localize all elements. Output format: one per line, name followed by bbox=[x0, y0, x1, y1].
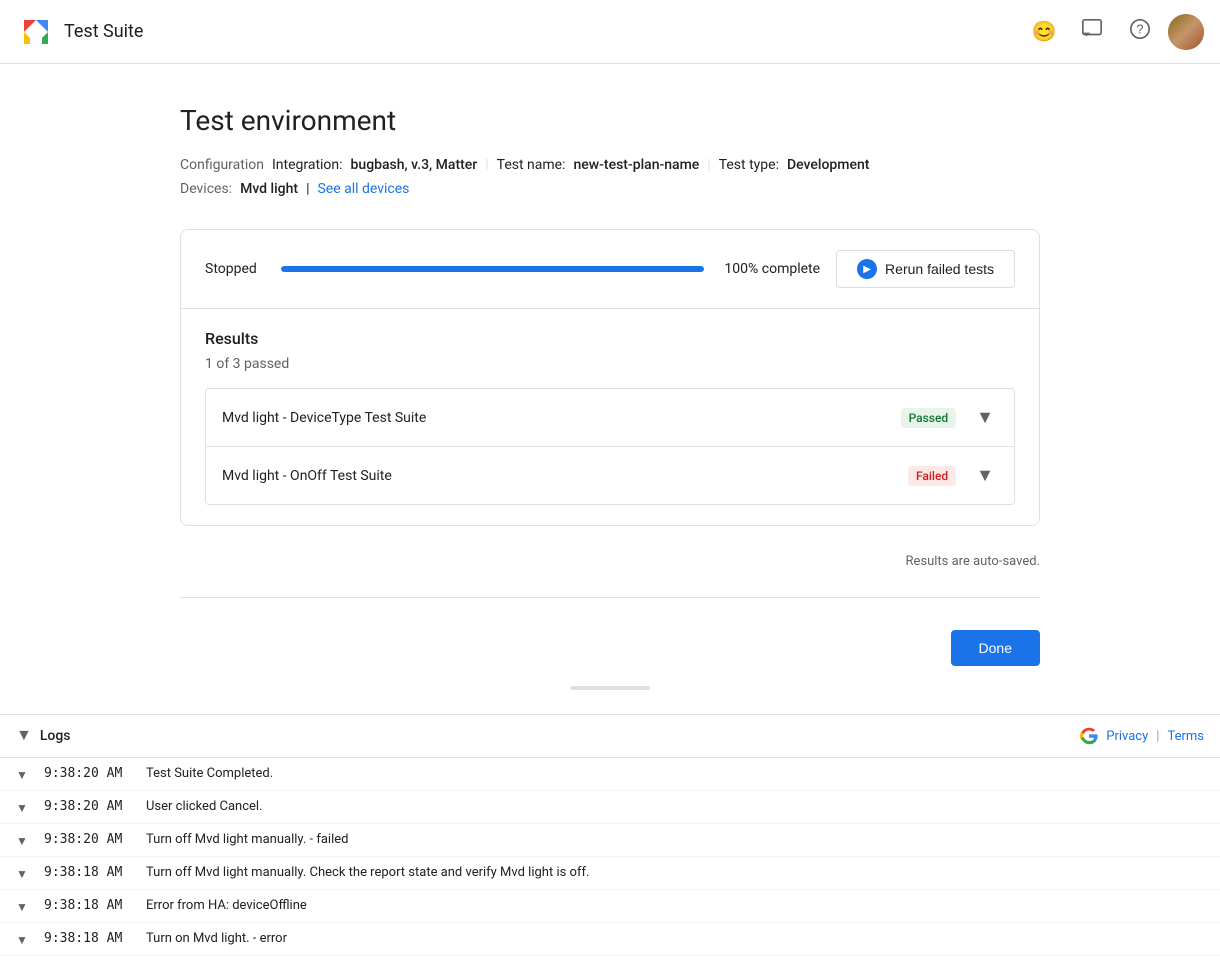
test-item-right: Failed ▼ bbox=[908, 461, 998, 490]
app-title: Test Suite bbox=[64, 21, 143, 42]
scroll-bar bbox=[570, 686, 650, 690]
log-expand-icon: ▼ bbox=[16, 834, 32, 848]
devices-separator: | bbox=[306, 181, 309, 197]
log-message: Turn on Mvd light. - error bbox=[146, 931, 287, 946]
see-all-devices-link[interactable]: See all devices bbox=[317, 181, 409, 197]
logs-header-left: ▼ Logs bbox=[16, 727, 71, 745]
chevron-down-icon: ▼ bbox=[976, 407, 994, 428]
help-icon: ? bbox=[1129, 18, 1151, 46]
log-message: User clicked Cancel. bbox=[146, 799, 263, 814]
expand-test-button[interactable]: ▼ bbox=[972, 403, 998, 432]
results-summary: 1 of 3 passed bbox=[205, 356, 1015, 372]
logs-header: ▼ Logs Privacy | Terms bbox=[0, 715, 1220, 758]
status-badge: Passed bbox=[901, 408, 957, 428]
log-expand-icon: ▼ bbox=[16, 933, 32, 947]
play-icon: ▶ bbox=[857, 259, 877, 279]
test-list: Mvd light - DeviceType Test Suite Passed… bbox=[205, 388, 1015, 505]
integration-value: bugbash, v.3, Matter bbox=[351, 157, 478, 173]
avatar[interactable] bbox=[1168, 14, 1204, 50]
test-name-value: new-test-plan-name bbox=[573, 157, 699, 173]
header-left: Test Suite bbox=[16, 12, 143, 52]
chevron-down-icon: ▼ bbox=[976, 465, 994, 486]
progress-percent-text: 100% complete bbox=[720, 261, 820, 277]
log-expand-icon: ▼ bbox=[16, 900, 32, 914]
results-title: Results bbox=[205, 329, 1015, 348]
log-entry: ▼ 9:38:20 AM Turn off Mvd light manually… bbox=[0, 824, 1220, 857]
separator-1: | bbox=[485, 157, 488, 173]
progress-bar-fill bbox=[281, 266, 704, 272]
log-message: Turn off Mvd light manually. Check the r… bbox=[146, 865, 589, 880]
log-expand-icon: ▼ bbox=[16, 768, 32, 782]
test-type-label: Test type: bbox=[719, 157, 779, 173]
config-label: Configuration bbox=[180, 157, 264, 173]
status-badge: Failed bbox=[908, 466, 956, 486]
expand-test-button[interactable]: ▼ bbox=[972, 461, 998, 490]
test-item-name: Mvd light - DeviceType Test Suite bbox=[222, 410, 426, 426]
test-item-right: Passed ▼ bbox=[901, 403, 998, 432]
test-item: Mvd light - OnOff Test Suite Failed ▼ bbox=[206, 447, 1014, 504]
progress-card: Stopped 100% complete ▶ Rerun failed tes… bbox=[180, 229, 1040, 526]
logs-footer: Privacy | Terms bbox=[1080, 727, 1204, 745]
footer-separator: | bbox=[1156, 729, 1159, 744]
log-time: 9:38:20 AM bbox=[44, 766, 134, 781]
test-type-value: Development bbox=[787, 157, 869, 173]
page-title: Test environment bbox=[180, 104, 1040, 137]
emoji-button[interactable]: 😊 bbox=[1024, 12, 1064, 52]
help-button[interactable]: ? bbox=[1120, 12, 1160, 52]
google-logo-icon bbox=[16, 12, 56, 52]
log-expand-icon: ▼ bbox=[16, 867, 32, 881]
log-message: Error from HA: deviceOffline bbox=[146, 898, 307, 913]
log-time: 9:38:20 AM bbox=[44, 799, 134, 814]
google-g-icon bbox=[1080, 727, 1098, 745]
chat-icon bbox=[1081, 18, 1103, 46]
log-message: Turn off Mvd light manually. - failed bbox=[146, 832, 348, 847]
auto-saved-message: Results are auto-saved. bbox=[180, 542, 1040, 581]
logs-panel: ▼ Logs Privacy | Terms ▼ 9:38:20 AM Test… bbox=[0, 714, 1220, 958]
logs-title: Logs bbox=[40, 728, 71, 744]
log-entry: ▼ 9:38:20 AM Test Suite Completed. bbox=[0, 758, 1220, 791]
logs-expand-button[interactable]: ▼ bbox=[16, 727, 32, 745]
rerun-failed-tests-button[interactable]: ▶ Rerun failed tests bbox=[836, 250, 1015, 288]
log-entry: ▼ 9:38:17 AM Turn on Mvd light. Check th… bbox=[0, 956, 1220, 958]
terms-link[interactable]: Terms bbox=[1167, 729, 1204, 744]
test-item: Mvd light - DeviceType Test Suite Passed… bbox=[206, 389, 1014, 447]
section-divider bbox=[180, 597, 1040, 598]
main-content: Test environment Configuration Integrati… bbox=[160, 64, 1060, 714]
log-entry: ▼ 9:38:18 AM Turn off Mvd light manually… bbox=[0, 857, 1220, 890]
progress-bar-row: Stopped 100% complete ▶ Rerun failed tes… bbox=[181, 230, 1039, 309]
log-message: Test Suite Completed. bbox=[146, 766, 273, 781]
test-item-name: Mvd light - OnOff Test Suite bbox=[222, 468, 392, 484]
log-expand-icon: ▼ bbox=[16, 801, 32, 815]
scroll-indicator bbox=[180, 682, 1040, 694]
integration-label: Integration: bbox=[272, 157, 343, 173]
log-time: 9:38:18 AM bbox=[44, 898, 134, 913]
devices-row: Devices: Mvd light | See all devices bbox=[180, 181, 1040, 197]
results-section: Results 1 of 3 passed Mvd light - Device… bbox=[181, 309, 1039, 525]
app-header: Test Suite 😊 ? bbox=[0, 0, 1220, 64]
rerun-label: Rerun failed tests bbox=[885, 261, 994, 277]
header-right: 😊 ? bbox=[1024, 12, 1204, 52]
privacy-link[interactable]: Privacy bbox=[1106, 729, 1148, 744]
progress-bar-container bbox=[281, 266, 704, 272]
test-name-label: Test name: bbox=[497, 157, 566, 173]
devices-value: Mvd light bbox=[240, 181, 298, 197]
stopped-label: Stopped bbox=[205, 261, 265, 277]
done-row: Done bbox=[180, 614, 1040, 682]
devices-label: Devices: bbox=[180, 181, 232, 197]
chat-button[interactable] bbox=[1072, 12, 1112, 52]
log-entry: ▼ 9:38:20 AM User clicked Cancel. bbox=[0, 791, 1220, 824]
log-entries: ▼ 9:38:20 AM Test Suite Completed. ▼ 9:3… bbox=[0, 758, 1220, 958]
svg-text:?: ? bbox=[1136, 21, 1143, 36]
log-entry: ▼ 9:38:18 AM Error from HA: deviceOfflin… bbox=[0, 890, 1220, 923]
config-row: Configuration Integration: bugbash, v.3,… bbox=[180, 157, 1040, 173]
done-button[interactable]: Done bbox=[951, 630, 1040, 666]
separator-2: | bbox=[707, 157, 710, 173]
log-time: 9:38:18 AM bbox=[44, 865, 134, 880]
log-time: 9:38:20 AM bbox=[44, 832, 134, 847]
emoji-icon: 😊 bbox=[1032, 19, 1057, 44]
chevron-down-icon: ▼ bbox=[16, 727, 32, 745]
log-entry: ▼ 9:38:18 AM Turn on Mvd light. - error bbox=[0, 923, 1220, 956]
log-time: 9:38:18 AM bbox=[44, 931, 134, 946]
